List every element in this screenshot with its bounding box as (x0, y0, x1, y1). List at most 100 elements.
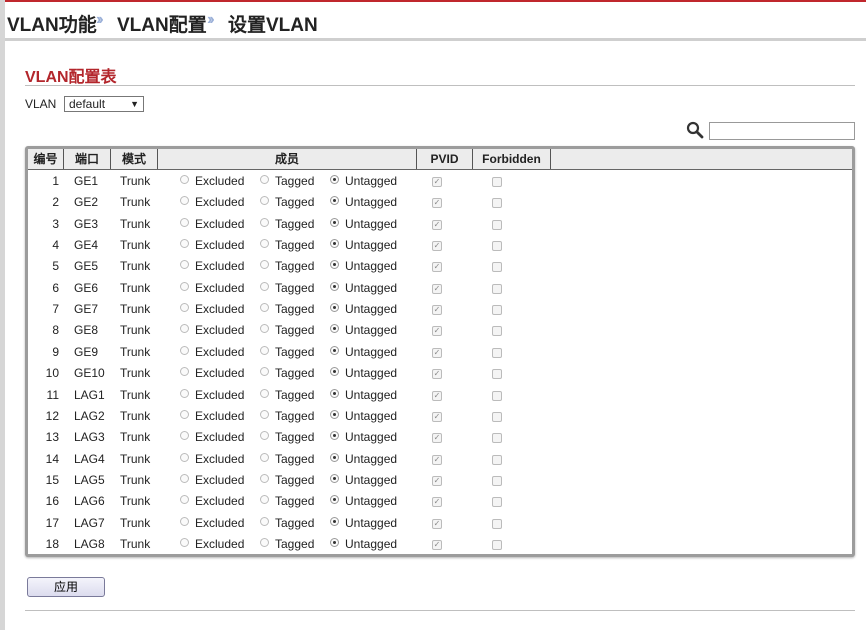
radio-untagged[interactable] (330, 260, 339, 270)
pvid-checkbox[interactable]: ✓ (432, 177, 442, 187)
radio-untagged[interactable] (330, 431, 339, 441)
pvid-checkbox[interactable]: ✓ (432, 347, 442, 358)
radio-untagged[interactable] (330, 196, 339, 206)
radio-tagged[interactable] (260, 217, 269, 227)
radio-excluded[interactable] (180, 281, 189, 291)
radio-tagged[interactable] (260, 175, 269, 184)
pvid-checkbox[interactable]: ✓ (432, 475, 442, 486)
radio-excluded[interactable] (180, 196, 189, 206)
pvid-checkbox[interactable]: ✓ (432, 198, 442, 209)
radio-tagged[interactable] (260, 388, 269, 398)
radio-excluded[interactable] (180, 537, 189, 547)
cell-port: LAG5 (74, 472, 105, 487)
radio-untagged[interactable] (330, 495, 339, 505)
radio-tagged[interactable] (260, 409, 269, 419)
radio-untagged[interactable] (330, 175, 339, 184)
forbidden-checkbox[interactable] (492, 411, 502, 422)
forbidden-checkbox[interactable] (492, 198, 502, 209)
forbidden-checkbox[interactable] (492, 518, 502, 529)
pvid-checkbox[interactable]: ✓ (432, 305, 442, 316)
vlan-select[interactable]: default ▼ (64, 96, 144, 112)
radio-excluded[interactable] (180, 452, 189, 462)
radio-excluded[interactable] (180, 516, 189, 526)
search-icon[interactable] (686, 121, 704, 139)
radio-excluded[interactable] (180, 431, 189, 441)
pvid-checkbox[interactable]: ✓ (432, 326, 442, 337)
radio-tagged[interactable] (260, 303, 269, 313)
pvid-checkbox[interactable]: ✓ (432, 454, 442, 465)
radio-excluded[interactable] (180, 324, 189, 334)
radio-tagged[interactable] (260, 516, 269, 526)
radio-tagged[interactable] (260, 239, 269, 249)
pvid-checkbox[interactable]: ✓ (432, 241, 442, 252)
radio-excluded[interactable] (180, 260, 189, 270)
radio-excluded[interactable] (180, 495, 189, 505)
forbidden-checkbox[interactable] (492, 305, 502, 316)
cell-no: 4 (52, 238, 59, 253)
radio-excluded[interactable] (180, 217, 189, 227)
radio-tagged[interactable] (260, 537, 269, 547)
forbidden-checkbox[interactable] (492, 326, 502, 337)
radio-untagged[interactable] (330, 409, 339, 419)
forbidden-checkbox[interactable] (492, 390, 502, 401)
radio-untagged[interactable] (330, 367, 339, 377)
pvid-checkbox[interactable]: ✓ (432, 518, 442, 529)
radio-excluded[interactable] (180, 473, 189, 483)
radio-untagged[interactable] (330, 537, 339, 547)
apply-button[interactable]: 应用 (27, 577, 105, 597)
pvid-checkbox[interactable]: ✓ (432, 369, 442, 380)
pvid-checkbox[interactable]: ✓ (432, 219, 442, 230)
radio-excluded[interactable] (180, 409, 189, 419)
forbidden-checkbox[interactable] (492, 454, 502, 465)
pvid-checkbox[interactable]: ✓ (432, 390, 442, 401)
radio-untagged[interactable] (330, 345, 339, 355)
pvid-checkbox[interactable]: ✓ (432, 539, 442, 550)
radio-tagged[interactable] (260, 281, 269, 291)
forbidden-checkbox[interactable] (492, 369, 502, 380)
radio-excluded[interactable] (180, 239, 189, 249)
search-input[interactable] (709, 122, 855, 140)
radio-untagged[interactable] (330, 324, 339, 334)
radio-untagged[interactable] (330, 303, 339, 313)
pvid-checkbox[interactable]: ✓ (432, 411, 442, 422)
forbidden-checkbox[interactable] (492, 539, 502, 550)
radio-excluded[interactable] (180, 367, 189, 377)
pvid-checkbox[interactable]: ✓ (432, 262, 442, 273)
forbidden-checkbox[interactable] (492, 177, 502, 187)
radio-tagged[interactable] (260, 367, 269, 377)
radio-tagged[interactable] (260, 260, 269, 270)
radio-untagged-label: Untagged (345, 515, 398, 530)
radio-untagged[interactable] (330, 239, 339, 249)
forbidden-checkbox[interactable] (492, 241, 502, 252)
radio-excluded[interactable] (180, 345, 189, 355)
radio-tagged[interactable] (260, 345, 269, 355)
radio-excluded[interactable] (180, 303, 189, 313)
radio-tagged[interactable] (260, 196, 269, 206)
radio-tagged[interactable] (260, 473, 269, 483)
radio-untagged[interactable] (330, 217, 339, 227)
forbidden-checkbox[interactable] (492, 497, 502, 508)
table-row: 1 GE1 Trunk Excluded Tagged Untagged ✓ (28, 171, 852, 192)
pvid-checkbox[interactable]: ✓ (432, 433, 442, 444)
radio-untagged[interactable] (330, 388, 339, 398)
radio-tagged[interactable] (260, 324, 269, 334)
breadcrumb-item-vlan-function[interactable]: VLAN功能 (7, 10, 97, 37)
radio-tagged[interactable] (260, 431, 269, 441)
radio-tagged[interactable] (260, 495, 269, 505)
radio-tagged[interactable] (260, 452, 269, 462)
forbidden-checkbox[interactable] (492, 219, 502, 230)
pvid-checkbox[interactable]: ✓ (432, 283, 442, 294)
forbidden-checkbox[interactable] (492, 475, 502, 486)
radio-untagged[interactable] (330, 281, 339, 291)
forbidden-checkbox[interactable] (492, 433, 502, 444)
radio-untagged[interactable] (330, 452, 339, 462)
breadcrumb-item-vlan-config[interactable]: VLAN配置 (117, 10, 207, 37)
radio-untagged[interactable] (330, 473, 339, 483)
radio-excluded[interactable] (180, 175, 189, 184)
radio-excluded[interactable] (180, 388, 189, 398)
pvid-checkbox[interactable]: ✓ (432, 497, 442, 508)
forbidden-checkbox[interactable] (492, 347, 502, 358)
forbidden-checkbox[interactable] (492, 283, 502, 294)
forbidden-checkbox[interactable] (492, 262, 502, 273)
radio-untagged[interactable] (330, 516, 339, 526)
